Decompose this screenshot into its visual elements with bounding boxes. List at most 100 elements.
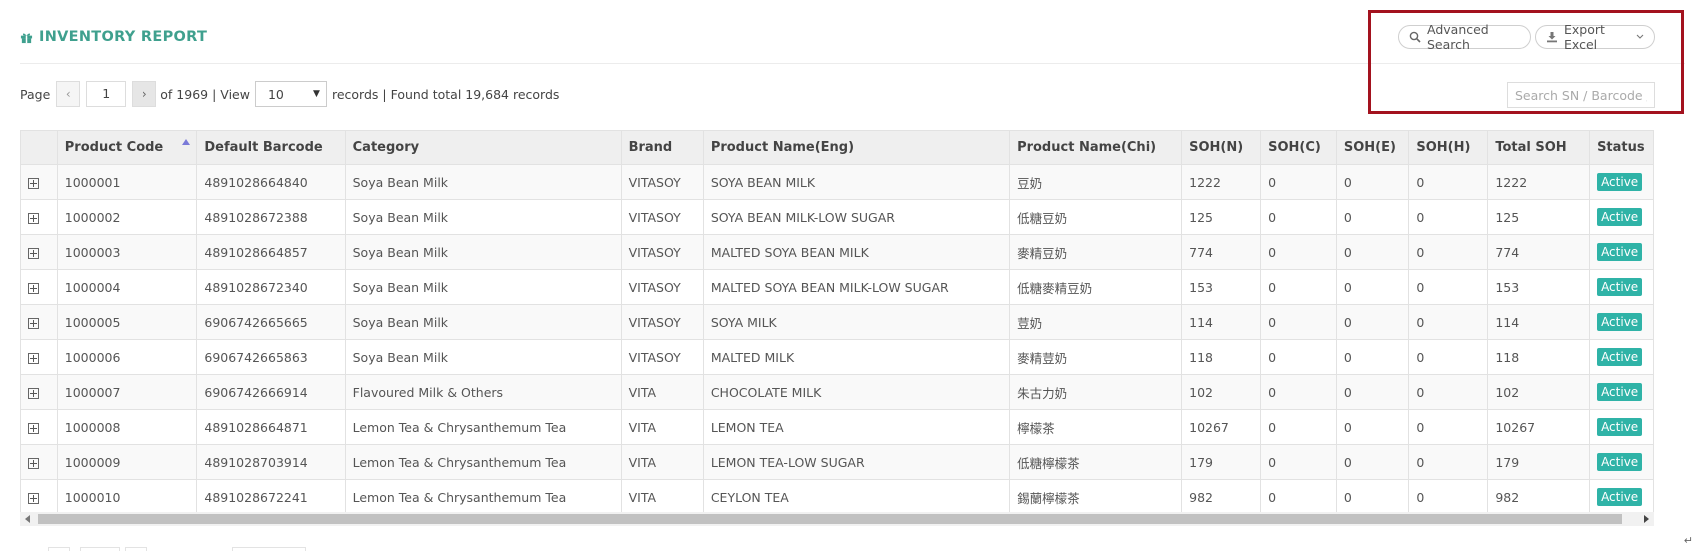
table-row[interactable]: 1000009 4891028703914 Lemon Tea & Chrysant… bbox=[20, 444, 1654, 480]
status-badge: Active bbox=[1597, 313, 1643, 331]
status-badge: Active bbox=[1597, 488, 1643, 506]
caret-down-icon: ▼ bbox=[313, 89, 320, 99]
table-cell: 檸檬茶 bbox=[1009, 409, 1183, 445]
expand-cell bbox=[20, 199, 58, 235]
table-cell: LEMON TEA bbox=[702, 409, 1011, 445]
table-row[interactable]: 1000007 6906742666914 Flavoured Milk & Oth… bbox=[20, 374, 1654, 410]
expand-row-icon[interactable] bbox=[28, 282, 39, 294]
scroll-right-icon[interactable] bbox=[1644, 515, 1649, 523]
column-header[interactable]: Default Barcode bbox=[196, 130, 346, 165]
column-header[interactable]: SOH(E) bbox=[1335, 130, 1410, 165]
chevron-left-icon: ‹ bbox=[65, 87, 71, 101]
gift-icon bbox=[20, 32, 33, 43]
table-cell: 1000007 bbox=[56, 374, 198, 410]
column-header[interactable]: SOH(N) bbox=[1181, 130, 1262, 165]
table-cell: VITASOY bbox=[620, 234, 704, 270]
table-cell: 0 bbox=[1408, 339, 1489, 375]
page-number-input[interactable]: 1 bbox=[86, 81, 127, 107]
table-cell: 0 bbox=[1408, 304, 1489, 340]
expand-row-icon[interactable] bbox=[28, 177, 39, 189]
column-header[interactable]: Product Name(Eng) bbox=[702, 130, 1011, 165]
table-cell: 0 bbox=[1408, 444, 1489, 480]
table-cell: 179 bbox=[1181, 444, 1262, 480]
column-header[interactable]: SOH(H) bbox=[1408, 130, 1489, 165]
column-header[interactable]: Product Code bbox=[56, 130, 198, 165]
column-header[interactable]: Category bbox=[344, 130, 622, 165]
table-cell: Active bbox=[1589, 409, 1654, 445]
table-cell: 0 bbox=[1260, 234, 1337, 270]
total-pages-label: of 1969 bbox=[160, 86, 209, 102]
records-per-page-value: 10 bbox=[267, 86, 284, 102]
table-cell: SOYA MILK bbox=[702, 304, 1011, 340]
column-header[interactable]: Product Name(Chi) bbox=[1009, 130, 1183, 165]
table-header-row: Product Code Default Barcode Category Brand… bbox=[20, 130, 1654, 165]
table-row[interactable]: 1000006 6906742665863 Soya Bean Milk VITASO… bbox=[20, 339, 1654, 375]
status-badge: Active bbox=[1597, 243, 1643, 261]
table-cell: 荳奶 bbox=[1009, 304, 1183, 340]
records-per-page-select[interactable]: 10 ▼ bbox=[254, 81, 327, 107]
table-cell: Active bbox=[1589, 444, 1654, 480]
expand-row-icon[interactable] bbox=[28, 457, 39, 469]
table-row[interactable]: 1000001 4891028664840 Soya Bean Milk VITASO… bbox=[20, 164, 1654, 200]
table-row[interactable]: 1000010 4891028672241 Lemon Tea & Chrysant… bbox=[20, 479, 1654, 515]
table-cell: 6906742666914 bbox=[196, 374, 346, 410]
table-cell: 114 bbox=[1487, 304, 1591, 340]
column-header[interactable]: SOH(C) bbox=[1260, 130, 1337, 165]
table-cell: SOYA BEAN MILK-LOW SUGAR bbox=[702, 199, 1011, 235]
table-row[interactable]: 1000003 4891028664857 Soya Bean Milk VITASO… bbox=[20, 234, 1654, 270]
column-header[interactable]: Brand bbox=[620, 130, 704, 165]
column-header[interactable]: Total SOH bbox=[1487, 130, 1591, 165]
expand-row-icon[interactable] bbox=[28, 317, 39, 329]
expand-row-icon[interactable] bbox=[28, 247, 39, 259]
table-cell: VITASOY bbox=[620, 339, 704, 375]
table-cell: 0 bbox=[1335, 339, 1410, 375]
scrollbar-thumb[interactable] bbox=[38, 514, 1622, 524]
table-cell: 774 bbox=[1181, 234, 1262, 270]
expand-cell bbox=[20, 444, 58, 480]
table-cell: CEYLON TEA bbox=[702, 479, 1011, 515]
expand-cell bbox=[20, 269, 58, 305]
table-cell: 179 bbox=[1487, 444, 1591, 480]
table-row[interactable]: 1000005 6906742665665 Soya Bean Milk VITASO… bbox=[20, 304, 1654, 340]
expand-row-icon[interactable] bbox=[28, 387, 39, 399]
table-row[interactable]: 1000004 4891028672340 Soya Bean Milk VITASO… bbox=[20, 269, 1654, 305]
bottom-pager-remnant bbox=[125, 547, 147, 551]
table-cell: 低糖麥精豆奶 bbox=[1009, 269, 1183, 305]
table-cell: 0 bbox=[1408, 234, 1489, 270]
table-cell: 0 bbox=[1260, 304, 1337, 340]
table-cell: 4891028672388 bbox=[196, 199, 346, 235]
table-cell: 0 bbox=[1408, 269, 1489, 305]
expand-row-icon[interactable] bbox=[28, 422, 39, 434]
horizontal-scrollbar[interactable] bbox=[20, 512, 1654, 526]
table-cell: 1000004 bbox=[56, 269, 198, 305]
prev-page-button[interactable]: ‹ bbox=[56, 81, 81, 107]
scroll-left-icon[interactable] bbox=[25, 515, 30, 523]
table-cell: 1000006 bbox=[56, 339, 198, 375]
column-header[interactable]: Status bbox=[1589, 130, 1654, 165]
table-row[interactable]: 1000008 4891028664871 Lemon Tea & Chrysant… bbox=[20, 409, 1654, 445]
next-page-button[interactable]: › bbox=[132, 81, 157, 107]
table-cell: 982 bbox=[1487, 479, 1591, 515]
table-cell: Active bbox=[1589, 269, 1654, 305]
table-cell: 10267 bbox=[1487, 409, 1591, 445]
table-cell: MALTED MILK bbox=[702, 339, 1011, 375]
table-cell: VITASOY bbox=[620, 269, 704, 305]
table-cell: 1000002 bbox=[56, 199, 198, 235]
table-cell: 153 bbox=[1181, 269, 1262, 305]
table-cell: 4891028664857 bbox=[196, 234, 346, 270]
expand-row-icon[interactable] bbox=[28, 352, 39, 364]
table-cell: MALTED SOYA BEAN MILK bbox=[702, 234, 1011, 270]
expand-row-icon[interactable] bbox=[28, 212, 39, 224]
table-cell: 1000001 bbox=[56, 164, 198, 200]
table-cell: 0 bbox=[1260, 339, 1337, 375]
table-cell: 0 bbox=[1335, 269, 1410, 305]
table-cell: Lemon Tea & Chrysanthemum Tea bbox=[344, 479, 622, 515]
table-cell: VITA bbox=[620, 409, 704, 445]
status-badge: Active bbox=[1597, 383, 1643, 401]
table-cell: 1000008 bbox=[56, 409, 198, 445]
status-badge: Active bbox=[1597, 208, 1643, 226]
table-cell: VITA bbox=[620, 444, 704, 480]
table-cell: 102 bbox=[1181, 374, 1262, 410]
table-row[interactable]: 1000002 4891028672388 Soya Bean Milk VITASO… bbox=[20, 199, 1654, 235]
expand-row-icon[interactable] bbox=[28, 492, 39, 504]
